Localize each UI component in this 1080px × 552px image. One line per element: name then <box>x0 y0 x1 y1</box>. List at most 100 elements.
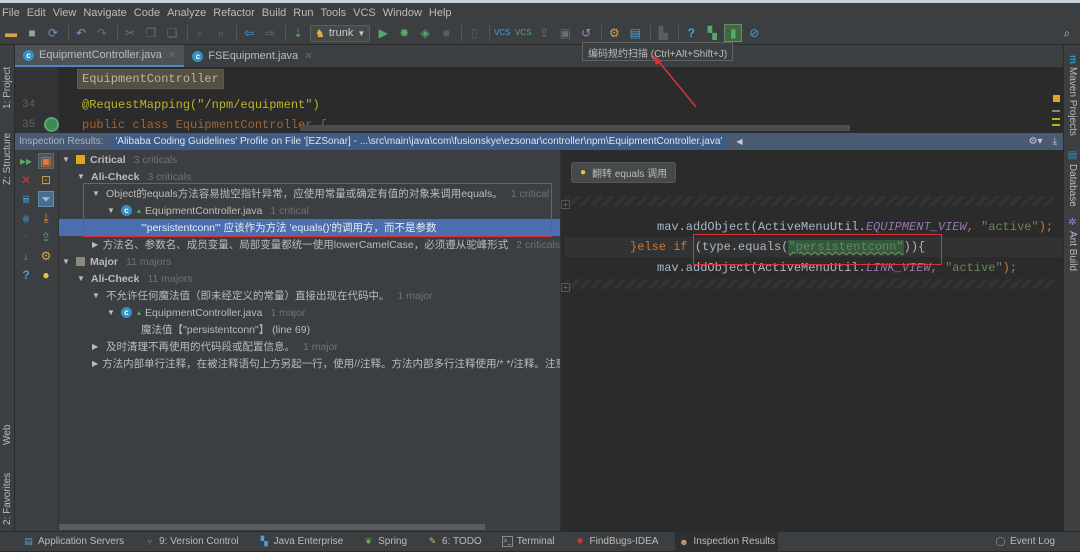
tree-node-problem[interactable]: 魔法值【"persistentconn"】 (line 69) <box>59 321 560 338</box>
help-icon[interactable]: ? <box>682 24 700 42</box>
inspection-profile-path[interactable]: 'Alibaba Coding Guidelines' Profile on F… <box>109 133 729 150</box>
scrollbar-thumb[interactable] <box>59 524 485 530</box>
vcs-compare-icon[interactable]: ⇪ <box>535 24 553 42</box>
menu-edit[interactable]: Edit <box>25 7 51 19</box>
expand-arrow-icon[interactable]: ▼ <box>107 206 117 215</box>
stop-icon[interactable]: ■ <box>437 24 455 42</box>
fold-expand-icon[interactable]: + <box>561 283 570 292</box>
build-project-icon[interactable]: ⇣ <box>289 24 307 42</box>
error-stripe-marker[interactable] <box>1052 118 1060 120</box>
project-structure-icon[interactable]: ▤ <box>626 24 644 42</box>
expand-arrow-icon[interactable]: ▼ <box>107 308 117 317</box>
tool-tab-structure[interactable]: Z: Structure <box>0 117 15 185</box>
tool-tab-favorites[interactable]: 2: Favorites <box>0 457 15 525</box>
toolwindow-inspection-results[interactable]: ☻ Inspection Results <box>675 531 779 552</box>
vcs-history-icon[interactable]: ▣ <box>556 24 574 42</box>
edit-settings-icon[interactable]: ⚙ <box>38 248 54 264</box>
editor-hscroll-thumb[interactable] <box>300 125 850 131</box>
realtime-detection-icon[interactable]: ⊘ <box>745 24 763 42</box>
paste-icon[interactable]: ❏ <box>163 24 181 42</box>
menu-window[interactable]: Window <box>381 7 427 19</box>
sync-icon[interactable]: ⟳ <box>44 24 62 42</box>
quick-fix-bulb-icon[interactable]: ● <box>38 267 54 283</box>
group-by-directory-icon[interactable]: ⊡ <box>38 172 54 188</box>
next-problem-icon[interactable]: ↓ <box>18 248 34 264</box>
close-icon[interactable]: ✕ <box>304 51 312 62</box>
menu-run[interactable]: Run <box>291 7 318 19</box>
toolwindow-java-enterprise[interactable]: ▚ Java Enterprise <box>256 532 346 552</box>
tree-node-rule[interactable]: ▶ 及时清理不再使用的代码段或配置信息。 1 major <box>59 338 560 355</box>
open-folder-icon[interactable]: ▬ <box>2 24 20 42</box>
autoscroll-icon[interactable]: ⇪ <box>38 229 54 245</box>
hide-panel-icon[interactable]: ⤓ <box>1053 136 1057 147</box>
toolwindow-todo[interactable]: ✎ 6: TODO <box>424 532 485 552</box>
help-icon[interactable]: ? <box>18 267 34 283</box>
tool-tab-web[interactable]: Web <box>0 405 15 445</box>
run-icon[interactable]: ▶ <box>374 24 392 42</box>
redo-icon[interactable]: ↷ <box>93 24 111 42</box>
expand-arrow-icon[interactable]: ▼ <box>77 172 87 181</box>
menu-view[interactable]: View <box>51 7 82 19</box>
toolwindow-findbugs[interactable]: ✹ FindBugs-IDEA <box>572 532 662 552</box>
vcs-update-icon[interactable]: VCS <box>493 24 511 42</box>
collapse-arrow-icon[interactable]: ◀ <box>736 137 742 146</box>
run-coverage-icon[interactable]: ◈ <box>416 24 434 42</box>
collapse-arrow-icon[interactable]: ▶ <box>92 359 98 368</box>
tree-node-file[interactable]: ▼ c ▴ EquipmentController.java 1 major <box>59 304 560 321</box>
forward-icon[interactable]: ⇨ <box>261 24 279 42</box>
toolwindow-event-log[interactable]: ◯ Event Log <box>992 532 1058 552</box>
tool-tab-database[interactable]: ▤ Database <box>1065 150 1080 210</box>
toolwindow-terminal[interactable]: >_ Terminal <box>499 532 558 552</box>
menu-refactor[interactable]: Refactor <box>211 7 260 19</box>
quick-fix-button[interactable]: ● 翻转 equals 调用 <box>571 162 677 183</box>
menu-help[interactable]: Help <box>427 7 457 19</box>
expand-arrow-icon[interactable]: ▼ <box>92 189 102 198</box>
tree-node-rule[interactable]: ▼ 不允许任何魔法值（即未经定义的常量）直接出现在代码中。 1 major <box>59 287 560 304</box>
close-icon[interactable]: ✕ <box>18 172 34 188</box>
expand-arrow-icon[interactable]: ▼ <box>62 155 72 164</box>
rerun-icon[interactable]: ▸▸ <box>18 153 34 169</box>
code-highlighted-string[interactable]: "persistentconn" <box>788 240 904 254</box>
filter-icon[interactable]: ⏷ <box>38 191 54 207</box>
group-by-severity-icon[interactable]: ▣ <box>38 153 54 169</box>
menu-tools[interactable]: Tools <box>318 7 351 19</box>
error-stripe-marker[interactable] <box>1052 124 1060 126</box>
menu-build[interactable]: Build <box>260 7 291 19</box>
tree-node-ali-check[interactable]: ▼ Ali-Check 11 majors <box>59 270 560 287</box>
previous-problem-icon[interactable]: ↑ <box>18 229 34 245</box>
vcs-commit-icon[interactable]: VCS <box>514 24 532 42</box>
code-guidelines-scan-icon[interactable]: ▮ <box>724 24 743 42</box>
tool-tab-maven-projects[interactable]: m Maven Projects <box>1065 55 1080 136</box>
fold-expand-icon[interactable]: + <box>561 200 570 209</box>
tree-horizontal-scrollbar[interactable] <box>59 522 560 531</box>
toolwindow-spring[interactable]: ❦ Spring <box>360 532 410 552</box>
toolwindow-application-servers[interactable]: ▤ Application Servers <box>20 532 127 552</box>
undo-icon[interactable]: ↶ <box>72 24 90 42</box>
settings-icon[interactable]: ⚙ <box>605 24 623 42</box>
close-icon[interactable]: ✕ <box>168 50 176 61</box>
tree-node-major[interactable]: ▼ Major 11 majors <box>59 253 560 270</box>
tree-node-problem[interactable]: '"persistentconn"' 应该作为方法 'equals()'的调用方… <box>59 219 560 236</box>
tab-equipmentcontroller[interactable]: c EquipmentController.java ✕ <box>15 45 185 67</box>
tree-node-ali-check[interactable]: ▼ Ali-Check 3 criticals <box>59 168 560 185</box>
vcs-revert-icon[interactable]: ↺ <box>577 24 595 42</box>
tree-node-file[interactable]: ▼ c ▴ EquipmentController.java 1 critica… <box>59 202 560 219</box>
tool-tab-project[interactable]: 1: Project <box>0 51 15 109</box>
menu-vcs[interactable]: VCS <box>351 7 381 19</box>
class-breadcrumb[interactable]: EquipmentController <box>77 69 224 89</box>
collapse-all-icon[interactable]: ⩷ <box>18 210 34 226</box>
tree-node-rule[interactable]: ▶ 方法名、参数名、成员变量、局部变量都统一使用lowerCamelCase，必… <box>59 236 560 253</box>
error-stripe-marker[interactable] <box>1053 95 1060 102</box>
tree-node-rule[interactable]: ▼ Object的equals方法容易抛空指针异常，应使用常量或确定有值的对象来… <box>59 185 560 202</box>
toolwindow-version-control[interactable]: ⑂ 9: Version Control <box>141 532 242 552</box>
run-config-dropdown[interactable]: ♞ trunk ▼ <box>310 24 371 42</box>
tab-fsequipment[interactable]: c FSEquipment.java ✕ <box>184 45 320 67</box>
gear-icon[interactable]: ⚙▾ <box>1029 136 1043 147</box>
spring-bean-gutter-icon[interactable] <box>44 117 59 132</box>
expand-all-icon[interactable]: ⩸ <box>18 191 34 207</box>
collapse-arrow-icon[interactable]: ▶ <box>92 240 99 249</box>
expand-arrow-icon[interactable]: ▼ <box>92 291 102 300</box>
copy-icon[interactable]: ❐ <box>142 24 160 42</box>
menu-navigate[interactable]: Navigate <box>81 7 131 19</box>
code-analyze-icon[interactable]: ▚ <box>703 24 721 42</box>
